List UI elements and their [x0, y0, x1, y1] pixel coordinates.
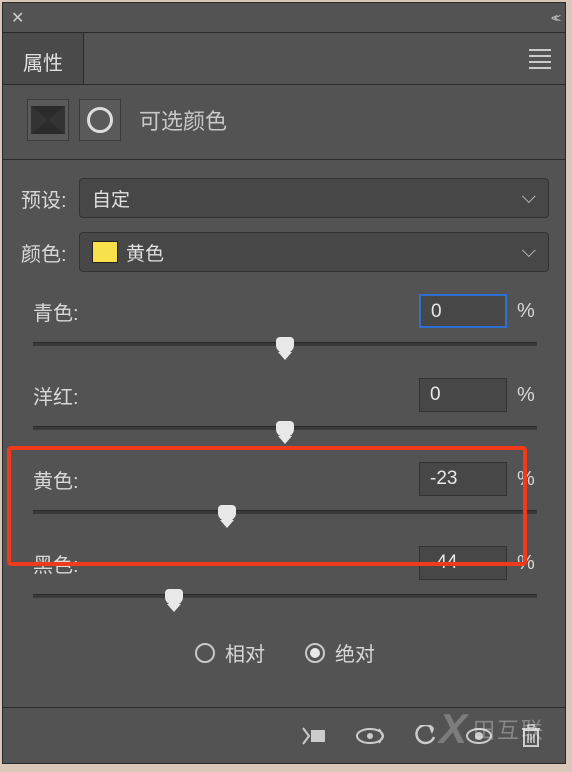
mask-icon [79, 99, 121, 141]
black-unit: % [517, 552, 537, 575]
cyan-unit: % [517, 300, 537, 323]
cyan-label: 青色: [33, 297, 419, 326]
magenta-unit: % [517, 384, 537, 407]
black-input[interactable]: -44 [419, 546, 507, 580]
yellow-unit: % [517, 468, 537, 491]
adjustment-header: 可选颜色 [3, 85, 565, 159]
radio-relative-circle [195, 643, 215, 663]
radio-absolute-label: 绝对 [335, 638, 375, 667]
magenta-thumb[interactable] [276, 421, 294, 437]
yellow-input[interactable]: -23 [419, 462, 507, 496]
color-select[interactable]: 黄色 ⌵ [79, 232, 549, 272]
properties-panel: ✕ << 属性 可选颜色 预设: 自定 ⌵ 颜色: 黄色 [2, 2, 566, 764]
yellow-thumb[interactable] [218, 505, 236, 521]
preset-select[interactable]: 自定 ⌵ [79, 178, 549, 218]
yellow-track[interactable] [33, 510, 537, 514]
close-icon[interactable]: ✕ [11, 8, 24, 28]
cyan-thumb[interactable] [276, 337, 294, 353]
radio-relative-label: 相对 [225, 638, 265, 667]
cyan-input[interactable]: 0 [419, 294, 507, 328]
trash-icon[interactable] [521, 724, 541, 748]
color-value: 黄色 [126, 239, 164, 266]
yellow-label: 黄色: [33, 465, 419, 494]
collapse-icon[interactable]: << [551, 11, 557, 25]
black-track[interactable] [33, 594, 537, 598]
slider-cyan: 青色: 0 % [33, 294, 537, 346]
tab-row: 属性 [3, 33, 565, 85]
adjustment-title: 可选颜色 [139, 104, 227, 136]
view-previous-icon[interactable] [355, 727, 385, 745]
adjustment-layer-icon [27, 99, 69, 141]
clip-to-layer-icon[interactable] [301, 726, 327, 746]
radio-absolute-circle [305, 643, 325, 663]
titlebar: ✕ << [3, 3, 565, 33]
magenta-input[interactable]: 0 [419, 378, 507, 412]
preset-value: 自定 [92, 185, 130, 212]
slider-yellow: 黄色: -23 % [33, 462, 537, 514]
slider-magenta: 洋红: 0 % [33, 378, 537, 430]
black-label: 黑色: [33, 549, 419, 578]
tab-properties[interactable]: 属性 [3, 33, 84, 84]
color-swatch [92, 241, 118, 263]
black-thumb[interactable] [165, 589, 183, 605]
magenta-track[interactable] [33, 426, 537, 430]
radio-relative[interactable]: 相对 [195, 638, 265, 667]
panel-menu-icon[interactable] [529, 45, 551, 73]
color-label: 颜色: [21, 238, 79, 267]
chevron-down-icon: ⌵ [522, 187, 536, 209]
slider-black: 黑色: -44 % [33, 546, 537, 598]
cyan-track[interactable] [33, 342, 537, 346]
content-area: 预设: 自定 ⌵ 颜色: 黄色 ⌵ 青色: 0 % [3, 160, 565, 707]
panel-footer: X田互联 [3, 707, 565, 763]
preset-label: 预设: [21, 184, 79, 213]
visibility-icon[interactable] [465, 727, 493, 745]
method-radios: 相对 绝对 [21, 638, 549, 667]
radio-absolute[interactable]: 绝对 [305, 638, 375, 667]
reset-icon[interactable] [413, 725, 437, 747]
slider-group: 青色: 0 % 洋红: 0 % [21, 294, 549, 598]
chevron-down-icon: ⌵ [522, 241, 536, 263]
magenta-label: 洋红: [33, 381, 419, 410]
